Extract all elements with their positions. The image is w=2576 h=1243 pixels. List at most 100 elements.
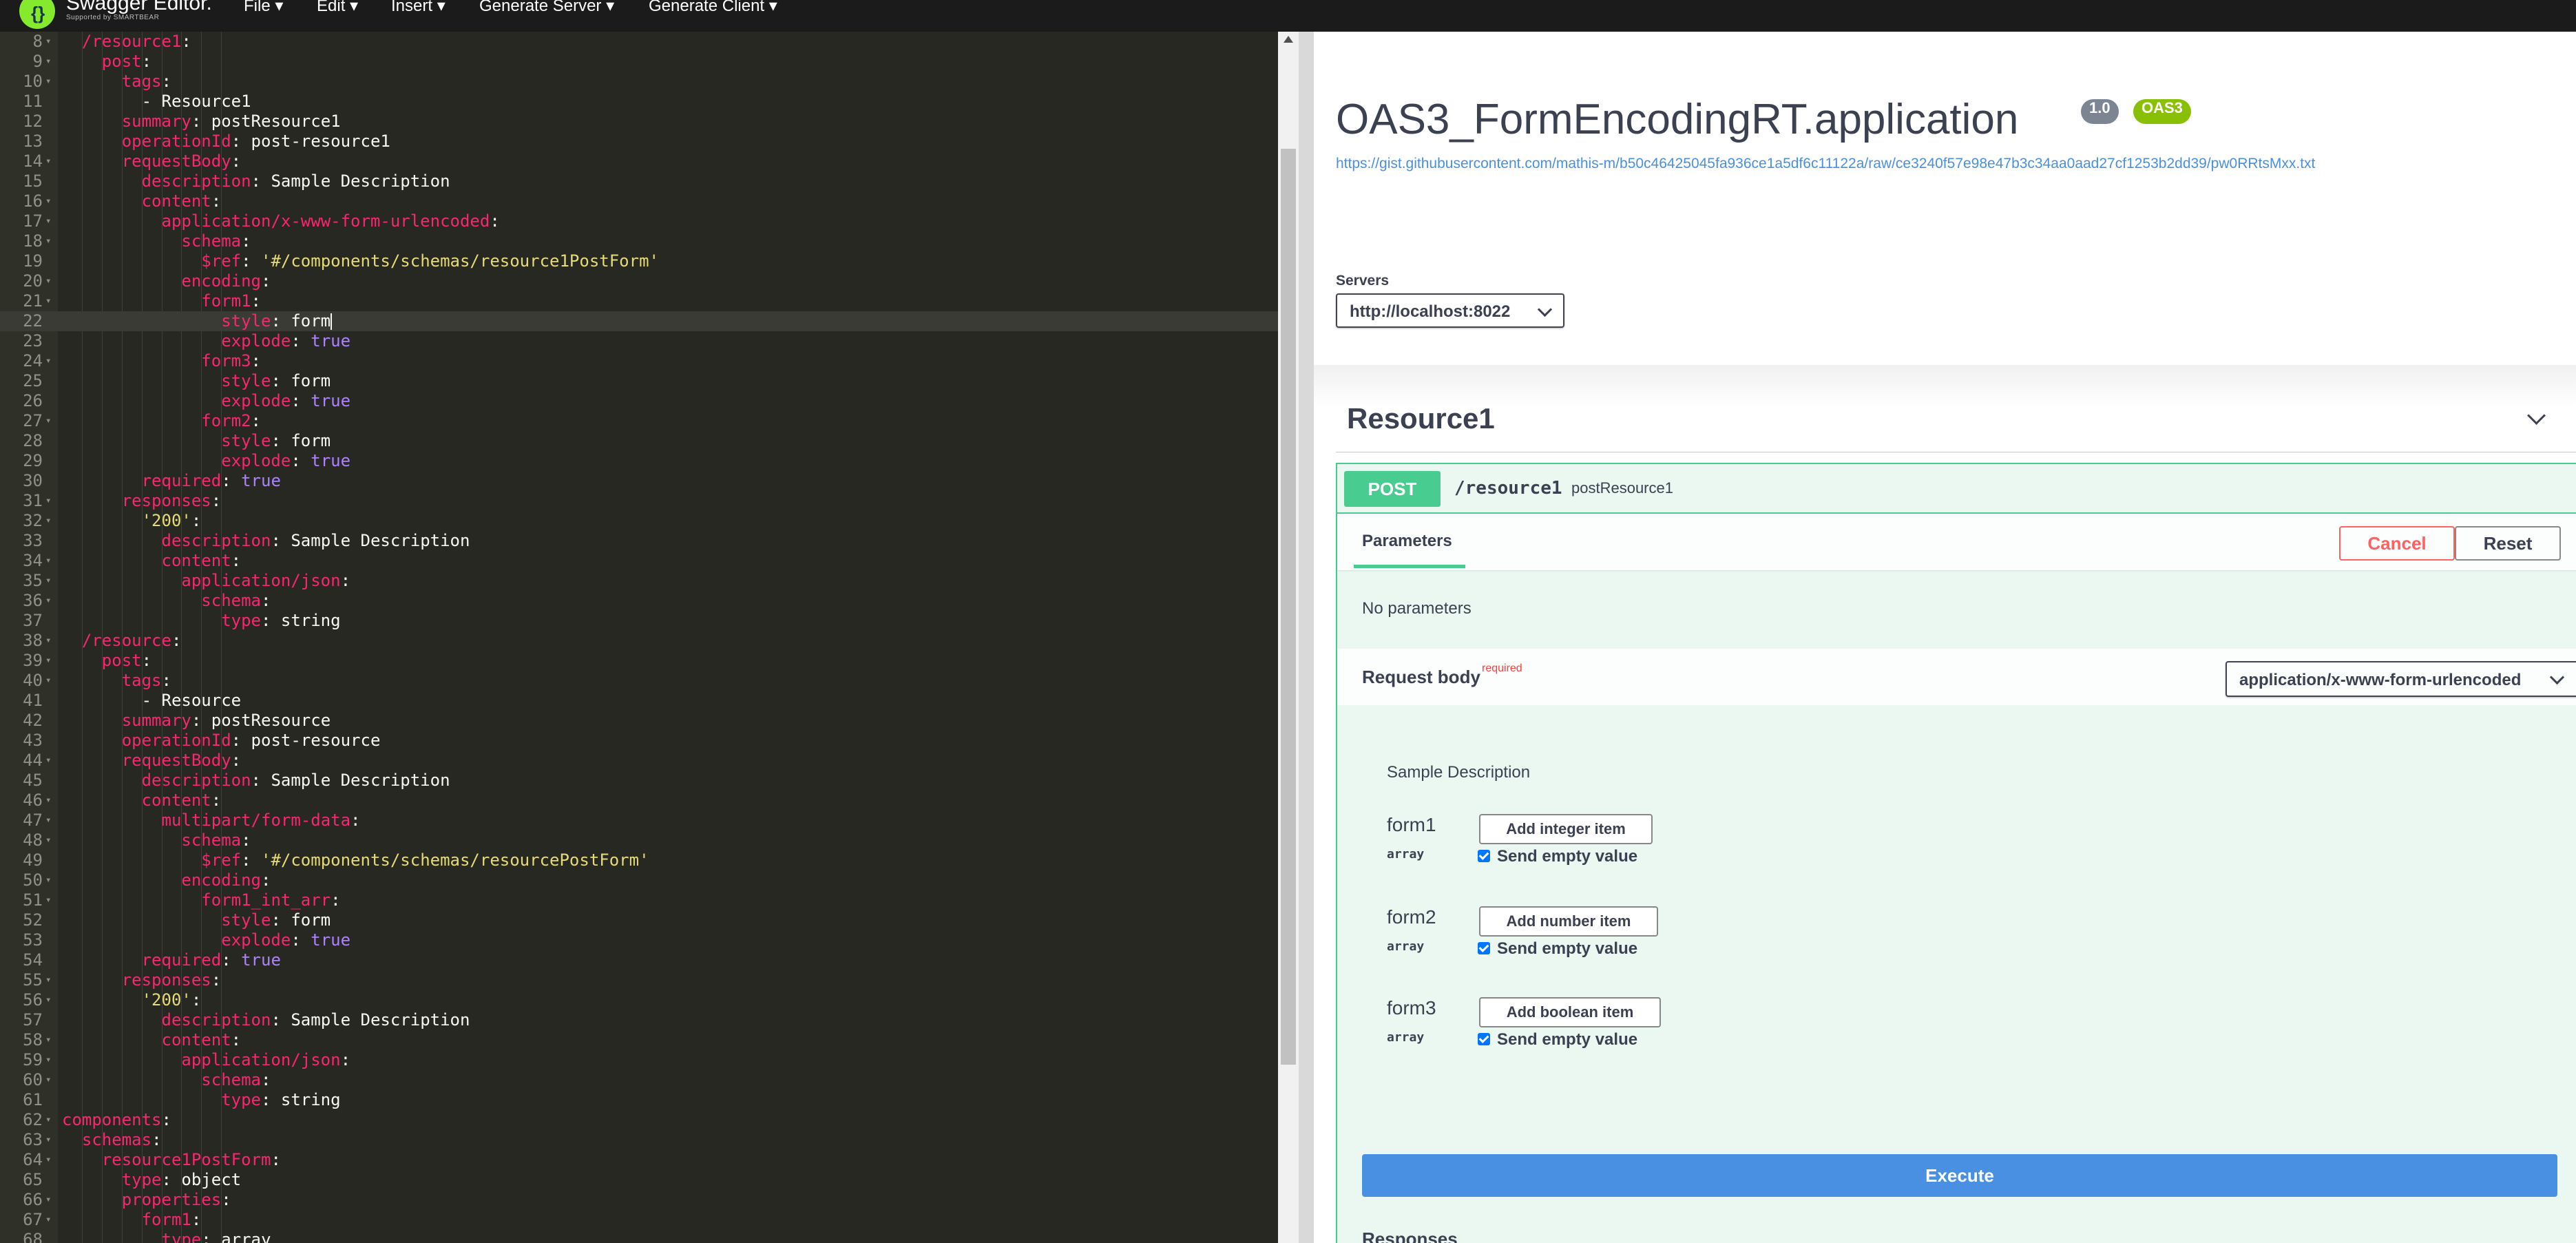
code-line[interactable]: 44 ▾ requestBody: [0,751,1278,771]
fold-arrow-icon[interactable]: ▾ [45,651,51,671]
yaml-editor[interactable]: 8 ▾ /resource1: 9 ▾ post: 10 ▾ tags: 11 - Reso… [0,32,1278,1243]
fold-arrow-icon[interactable]: ▾ [45,1050,51,1070]
tag-collapse-chevron-icon[interactable] [2527,406,2546,425]
code-line[interactable]: 32 ▾ '200': [0,511,1278,531]
fold-arrow-icon[interactable]: ▾ [45,1110,51,1130]
content-type-select[interactable]: application/x-www-form-urlencoded [2226,661,2576,697]
code-line[interactable]: 22 style: form [0,311,1278,331]
fold-arrow-icon[interactable]: ▾ [45,1030,51,1050]
code-line[interactable]: 25 style: form [0,371,1278,391]
fold-arrow-icon[interactable]: ▾ [45,811,51,831]
code-line[interactable]: 40 ▾ tags: [0,671,1278,691]
code-line[interactable]: 51 ▾ form1_int_arr: [0,890,1278,910]
code-line[interactable]: 16 ▾ content: [0,191,1278,211]
code-line[interactable]: 37 type: string [0,611,1278,631]
code-line[interactable]: 54 required: true [0,950,1278,970]
code-line[interactable]: 43 operationId: post-resource [0,731,1278,751]
menu-file[interactable]: File ▾ [244,0,283,16]
reset-button[interactable]: Reset [2455,526,2561,561]
code-line[interactable]: 62 ▾ components: [0,1110,1278,1130]
code-line[interactable]: 28 style: form [0,431,1278,451]
fold-arrow-icon[interactable]: ▾ [45,351,51,371]
code-line[interactable]: 27 ▾ form2: [0,411,1278,431]
fold-arrow-icon[interactable]: ▾ [45,751,51,771]
code-line[interactable]: 13 operationId: post-resource1 [0,132,1278,152]
add-number-item-button[interactable]: Add number item [1479,906,1658,937]
fold-arrow-icon[interactable]: ▾ [45,571,51,591]
code-line[interactable]: 17 ▾ application/x-www-form-urlencoded: [0,211,1278,231]
fold-arrow-icon[interactable]: ▾ [45,511,51,531]
fold-arrow-icon[interactable]: ▾ [45,52,51,72]
code-line[interactable]: 61 type: string [0,1090,1278,1110]
code-line[interactable]: 39 ▾ post: [0,651,1278,671]
code-line[interactable]: 29 explode: true [0,451,1278,471]
code-line[interactable]: 55 ▾ responses: [0,970,1278,990]
code-line[interactable]: 10 ▾ tags: [0,72,1278,92]
code-line[interactable]: 59 ▾ application/json: [0,1050,1278,1070]
code-line[interactable]: 45 description: Sample Description [0,771,1278,791]
code-line[interactable]: 52 style: form [0,910,1278,930]
fold-arrow-icon[interactable]: ▾ [45,32,51,52]
send-empty-checkbox-form1[interactable] [1478,850,1490,862]
code-line[interactable]: 48 ▾ schema: [0,831,1278,850]
send-empty-checkbox-form3[interactable] [1478,1033,1490,1045]
code-line[interactable]: 30 required: true [0,471,1278,491]
code-line[interactable]: 67 ▾ form1: [0,1210,1278,1230]
code-line[interactable]: 8 ▾ /resource1: [0,32,1278,52]
code-line[interactable]: 15 description: Sample Description [0,171,1278,191]
code-line[interactable]: 11 - Resource1 [0,92,1278,112]
code-line[interactable]: 41 - Resource [0,691,1278,711]
code-line[interactable]: 31 ▾ responses: [0,491,1278,511]
fold-arrow-icon[interactable]: ▾ [45,671,51,691]
code-line[interactable]: 14 ▾ requestBody: [0,152,1278,171]
execute-button[interactable]: Execute [1362,1154,2557,1197]
fold-arrow-icon[interactable]: ▾ [45,291,51,311]
scrollbar-thumb[interactable] [1281,149,1296,1065]
code-line[interactable]: 24 ▾ form3: [0,351,1278,371]
cancel-button[interactable]: Cancel [2339,526,2455,561]
code-line[interactable]: 12 summary: postResource1 [0,112,1278,132]
pane-splitter[interactable] [1299,32,1314,1243]
fold-arrow-icon[interactable]: ▾ [45,870,51,890]
send-empty-label-form3[interactable]: Send empty value [1497,1030,1637,1049]
code-line[interactable]: 42 summary: postResource [0,711,1278,731]
code-line[interactable]: 68 type: array [0,1230,1278,1243]
add-boolean-item-button[interactable]: Add boolean item [1479,997,1661,1027]
code-line[interactable]: 65 type: object [0,1170,1278,1190]
fold-arrow-icon[interactable]: ▾ [45,1150,51,1170]
code-line[interactable]: 23 explode: true [0,331,1278,351]
operation-summary[interactable]: postResource1 [1571,479,1673,497]
menu-insert[interactable]: Insert ▾ [391,0,446,16]
menu-generate-server[interactable]: Generate Server ▾ [479,0,614,16]
code-line[interactable]: 60 ▾ schema: [0,1070,1278,1090]
fold-arrow-icon[interactable]: ▾ [45,970,51,990]
servers-select[interactable]: http://localhost:8022 [1336,293,1564,328]
fold-arrow-icon[interactable]: ▾ [45,491,51,511]
spec-url-link[interactable]: https://gist.githubusercontent.com/mathi… [1336,156,2315,172]
add-integer-item-button[interactable]: Add integer item [1479,814,1653,844]
code-line[interactable]: 66 ▾ properties: [0,1190,1278,1210]
code-line[interactable]: 33 description: Sample Description [0,531,1278,551]
tag-title[interactable]: Resource1 [1347,402,1495,435]
menu-generate-client[interactable]: Generate Client ▾ [649,0,777,16]
fold-arrow-icon[interactable]: ▾ [45,191,51,211]
method-badge[interactable]: POST [1344,471,1441,507]
code-line[interactable]: 46 ▾ content: [0,791,1278,811]
fold-arrow-icon[interactable]: ▾ [45,591,51,611]
send-empty-label-form2[interactable]: Send empty value [1497,939,1637,959]
fold-arrow-icon[interactable]: ▾ [45,990,51,1010]
editor-scrollbar[interactable] [1278,32,1299,1243]
code-line[interactable]: 36 ▾ schema: [0,591,1278,611]
operation-path[interactable]: /resource1 [1454,478,1562,499]
code-line[interactable]: 20 ▾ encoding: [0,271,1278,291]
code-line[interactable]: 56 ▾ '200': [0,990,1278,1010]
fold-arrow-icon[interactable]: ▾ [45,152,51,171]
fold-arrow-icon[interactable]: ▾ [45,411,51,431]
send-empty-label-form1[interactable]: Send empty value [1497,847,1637,866]
code-line[interactable]: 18 ▾ schema: [0,231,1278,251]
code-line[interactable]: 35 ▾ application/json: [0,571,1278,591]
fold-arrow-icon[interactable]: ▾ [45,1210,51,1230]
code-line[interactable]: 26 explode: true [0,391,1278,411]
fold-arrow-icon[interactable]: ▾ [45,72,51,92]
fold-arrow-icon[interactable]: ▾ [45,551,51,571]
